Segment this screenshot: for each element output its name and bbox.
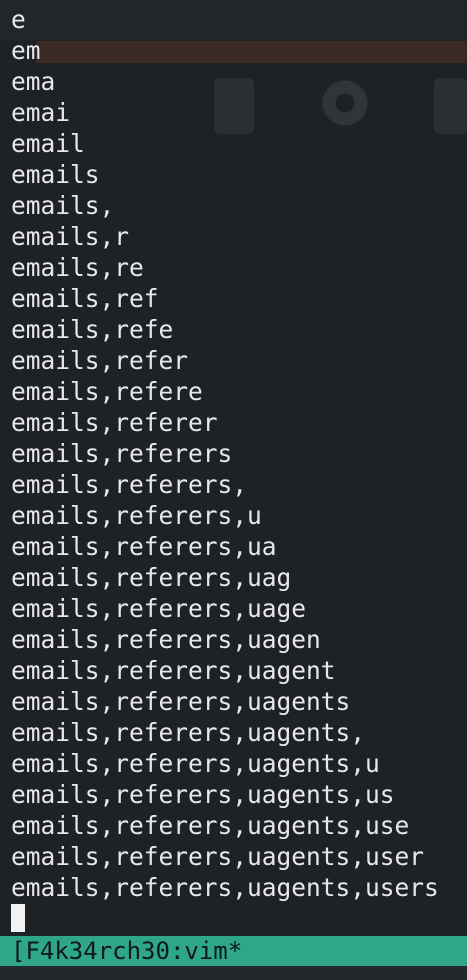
terminal-window[interactable]: e em ema emai email emails emails, emails,r emai… — [0, 0, 467, 980]
terminal-line: emails,re — [11, 253, 144, 282]
terminal-line: ema — [11, 67, 56, 96]
terminal-line: emails,referers,uagents, — [11, 718, 366, 747]
terminal-line: emails, — [11, 191, 115, 220]
terminal-line: emails,referers,uag — [11, 563, 292, 592]
terminal-line: emails,referers,uagents,user — [11, 842, 425, 871]
terminal-line: emails,refe — [11, 315, 174, 344]
terminal-line: e — [11, 5, 26, 34]
tmux-status-bar[interactable]: [F4k34rch30:vim* — [0, 936, 467, 966]
terminal-line: emails,referers,uagen — [11, 625, 321, 654]
terminal-line: emails,referers,u — [11, 501, 262, 530]
terminal-line: em — [11, 36, 41, 65]
terminal-line: emails,refere — [11, 377, 203, 406]
terminal-line: emails — [11, 160, 100, 189]
terminal-line: emails,referers,uagents,us — [11, 780, 395, 809]
terminal-line: emails,referers,uage — [11, 594, 307, 623]
terminal-output: e em ema emai email emails emails, emails,r emai… — [0, 4, 439, 903]
terminal-line: emai — [11, 98, 71, 127]
terminal-line: emails,referers,uagent — [11, 656, 336, 685]
background-archive-icon — [434, 78, 467, 134]
terminal-line: emails,referers,uagents,u — [11, 749, 380, 778]
terminal-line: emails,ref — [11, 284, 159, 313]
terminal-line: emails,referer — [11, 408, 218, 437]
terminal-line: emails,referers,uagents — [11, 687, 351, 716]
terminal-line: emails,referers,uagents,users — [11, 873, 439, 902]
terminal-line: emails,r — [11, 222, 130, 251]
background-desktop-strip — [0, 966, 467, 980]
terminal-line: emails,referers, — [11, 470, 248, 499]
status-bar-text: [F4k34rch30:vim* — [11, 937, 243, 965]
terminal-line: emails,refer — [11, 346, 189, 375]
terminal-cursor — [11, 904, 25, 932]
terminal-line: email — [11, 129, 85, 158]
terminal-line: emails,referers,ua — [11, 532, 277, 561]
terminal-line: emails,referers — [11, 439, 233, 468]
terminal-line: emails,referers,uagents,use — [11, 811, 410, 840]
